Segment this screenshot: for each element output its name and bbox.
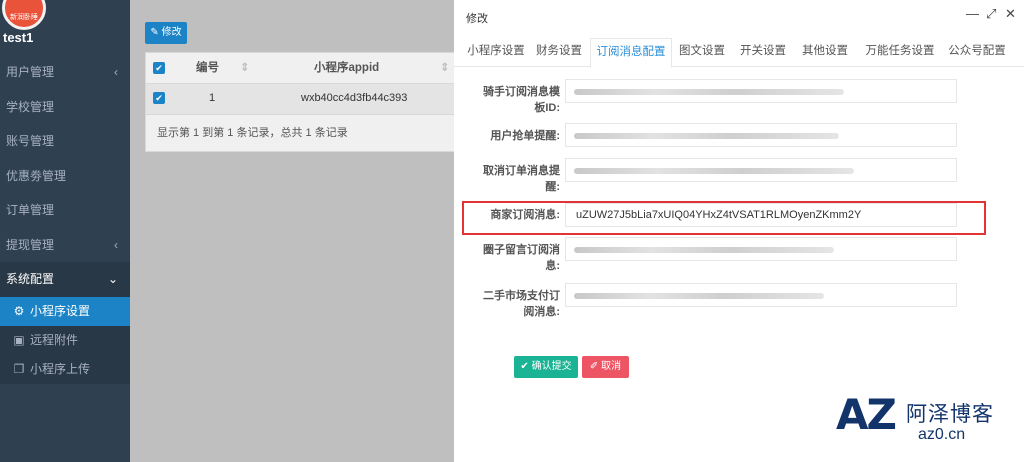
cell-appid: wxb40cc4d3fb44c393 [301, 92, 408, 104]
tab-miniprogram-settings[interactable]: 小程序设置 [460, 38, 532, 66]
tab-official-account-config[interactable]: 公众号配置 [944, 38, 1010, 66]
field-label-circle-comment-subscription: 圈子留言订阅消息: [468, 242, 560, 274]
sidebar-item-label: 订单管理 [6, 203, 55, 217]
cell-id: 1 [209, 92, 216, 104]
close-icon[interactable]: ✕ [1005, 6, 1016, 22]
select-all-checkbox[interactable]: ✔ [153, 62, 165, 74]
column-header-appid[interactable]: 小程序appid [314, 53, 379, 83]
sidebar-item-label: 账号管理 [6, 134, 55, 148]
watermark: AZ 阿泽博客 az0.cn [830, 390, 1024, 450]
sidebar-item-label: 系统配置 [6, 272, 55, 286]
chevron-left-icon: ‹ [114, 65, 118, 79]
sidebar-menu: 用户管理 ‹ 学校管理 账号管理 优惠劵管理 订单管理 提现管理 ‹ 系统配置 ⌄ ⚙… [0, 55, 130, 384]
watermark-logo: AZ [836, 390, 897, 439]
tab-bar: 小程序设置 财务设置 订阅消息配置 图文设置 开关设置 其他设置 万能任务设置 … [454, 38, 1024, 68]
chevron-down-icon: ⌄ [107, 272, 118, 286]
sidebar-item-label: 提现管理 [6, 237, 55, 252]
secondhand-payment-subscription-input[interactable] [565, 283, 957, 307]
appid-table: ✔ 编号 ⇕ 小程序appid ⇕ ✔ 1 wxb40cc4d3fb44c393… [145, 52, 467, 152]
sidebar-item-miniprogram-settings[interactable]: ⚙ 小程序设置 [0, 296, 130, 326]
sidebar-item-label: 小程序上传 [30, 361, 91, 376]
column-header-id[interactable]: 编号 [196, 53, 219, 83]
sidebar-item-account-management[interactable]: 账号管理 [0, 124, 130, 159]
sidebar-item-remote-attachment[interactable]: ▣ 远程附件 [0, 326, 130, 355]
sort-icon[interactable]: ⇕ [240, 53, 250, 83]
watermark-url: az0.cn [918, 426, 966, 443]
sidebar: 新润卧睡 test1 用户管理 ‹ 学校管理 账号管理 优惠劵管理 订单管理 提现… [0, 0, 130, 462]
chevron-left-icon: ‹ [114, 237, 118, 252]
restore-icon[interactable]: ⤢ [986, 6, 996, 22]
label-line: 二手市场支付订 [483, 290, 560, 302]
sidebar-item-school-management[interactable]: 学校管理 [0, 90, 130, 125]
sidebar-item-miniprogram-upload[interactable]: ❐ 小程序上传 [0, 355, 130, 384]
tab-subscription-config[interactable]: 订阅消息配置 [590, 38, 672, 68]
tab-finance-settings[interactable]: 财务设置 [534, 38, 584, 66]
sidebar-item-label: 小程序设置 [30, 303, 91, 318]
rider-template-id-input[interactable] [565, 79, 957, 103]
sidebar-item-label: 远程附件 [30, 332, 79, 347]
main-content: ✎ 修改 ✔ 编号 ⇕ 小程序appid ⇕ ✔ 1 wxb40cc4d3fb4… [130, 0, 467, 462]
modal-title: 修改 [466, 13, 488, 25]
edit-button[interactable]: ✎ 修改 [145, 22, 187, 44]
cancel-button[interactable]: ✐ 取消 [582, 356, 629, 378]
copy-icon: ❐ [13, 361, 25, 376]
minimize-icon[interactable]: — [966, 6, 979, 21]
pagination-info: 显示第 1 到第 1 条记录，总共 1 条记录 [157, 127, 348, 139]
label-line: 用户抢单提醒: [490, 130, 560, 142]
label-line: 板ID: [534, 102, 560, 114]
table-row[interactable]: ✔ 1 wxb40cc4d3fb44c393 [146, 83, 466, 115]
label-line: 阅消息: [523, 306, 560, 318]
sidebar-item-system-config[interactable]: 系统配置 ⌄ [0, 262, 130, 297]
field-label-secondhand-payment-subscription: 二手市场支付订阅消息: [468, 288, 560, 320]
cancel-order-reminder-input[interactable] [565, 158, 957, 182]
image-icon: ▣ [13, 332, 25, 347]
sidebar-submenu: ⚙ 小程序设置 ▣ 远程附件 ❐ 小程序上传 [0, 296, 130, 384]
field-label-cancel-order-reminder: 取消订单消息提醒: [468, 163, 560, 195]
sort-icon[interactable]: ⇕ [440, 53, 450, 83]
sidebar-item-label: 优惠劵管理 [6, 168, 67, 183]
gear-icon: ⚙ [13, 303, 25, 318]
row-checkbox[interactable]: ✔ [153, 92, 165, 104]
label-line: 圈子留言订阅消 [483, 244, 560, 256]
watermark-site-name: 阿泽博客 [906, 403, 994, 426]
sidebar-item-order-management[interactable]: 订单管理 [0, 193, 130, 228]
highlight-box [462, 201, 986, 235]
grab-order-reminder-input[interactable] [565, 123, 957, 147]
label-line: 骑手订阅消息模 [483, 86, 560, 98]
sidebar-item-withdraw-management[interactable]: 提现管理 ‹ [0, 228, 130, 263]
label-line: 取消订单消息提 [483, 165, 560, 177]
tab-graphic-settings[interactable]: 图文设置 [674, 38, 730, 66]
label-line: 息: [545, 260, 560, 272]
username: test1 [3, 30, 34, 45]
field-label-grab-order-reminder: 用户抢单提醒: [468, 128, 560, 144]
circle-comment-subscription-input[interactable] [565, 237, 957, 261]
field-label-rider-template-id: 骑手订阅消息模板ID: [468, 84, 560, 116]
tab-switch-settings[interactable]: 开关设置 [734, 38, 792, 66]
logo-text: 新润卧睡 [10, 14, 38, 21]
sidebar-item-label: 学校管理 [6, 99, 55, 114]
sidebar-item-label: 用户管理 [6, 65, 55, 79]
app-logo: 新润卧睡 [2, 0, 46, 30]
tab-other-settings[interactable]: 其他设置 [796, 38, 854, 66]
sidebar-item-user-management[interactable]: 用户管理 ‹ [0, 55, 130, 90]
tab-universal-task-settings[interactable]: 万能任务设置 [858, 38, 942, 66]
label-line: 醒: [545, 181, 560, 193]
confirm-submit-button[interactable]: ✔ 确认提交 [514, 356, 578, 378]
sidebar-item-coupon-management[interactable]: 优惠劵管理 [0, 159, 130, 194]
